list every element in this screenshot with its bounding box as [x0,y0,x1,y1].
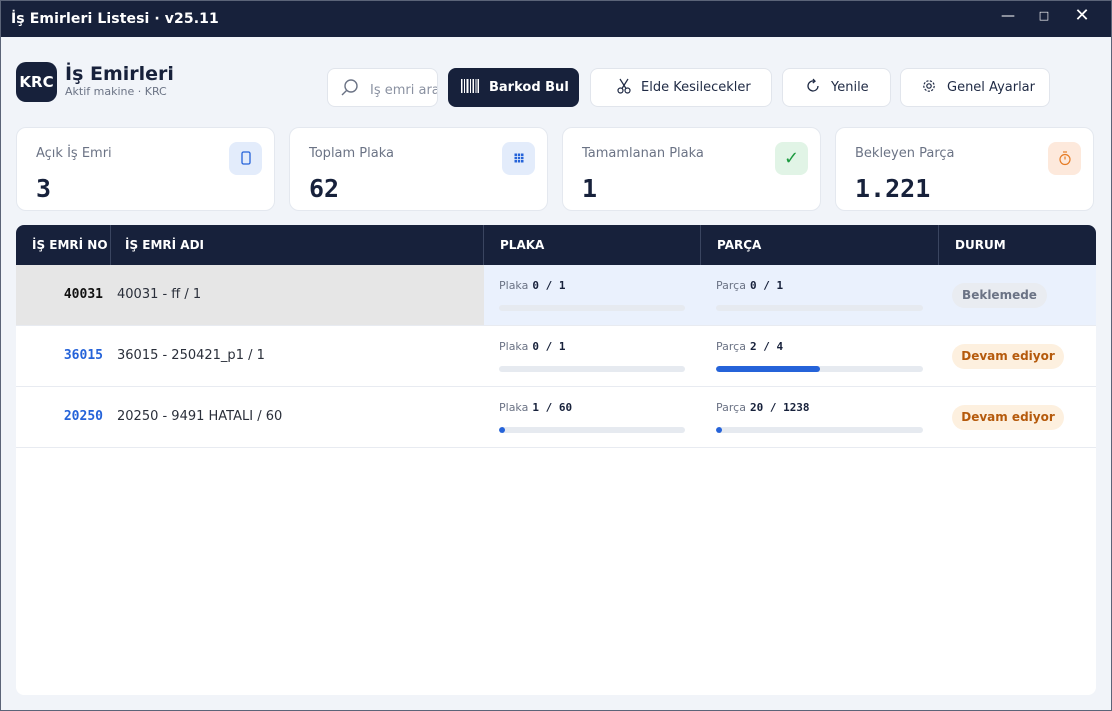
plaka-label: Plaka [499,401,529,414]
plaka-progress: Plaka 0 / 1 [499,326,689,386]
parca-progress-bar [716,305,923,311]
table-row[interactable]: 20250 20250 - 9491 HATALI / 60 Plaka 1 / 60… [16,387,1096,448]
parca-progress: Parça 0 / 1 [716,265,926,325]
row-left: 40031 40031 - ff / 1 [16,265,484,325]
stat-value: 62 [309,174,340,203]
row-right: Plaka 1 / 60 Parça 20 / 1238 Devam ediyor [484,387,1096,447]
column-header-parca[interactable]: PARÇA [701,225,939,265]
minimize-button[interactable]: — [991,5,1025,29]
parca-label: Parça [716,279,746,292]
plaka-progress-label: Plaka 0 / 1 [499,340,565,353]
plaka-label: Plaka [499,340,529,353]
genel-ayarlar-button[interactable]: Genel Ayarlar [900,68,1050,107]
barkod-bul-button[interactable]: Barkod Bul [448,68,579,107]
parca-count: 20 / 1238 [749,401,810,414]
plaka-progress-bar [499,366,685,372]
stat-card-toplam-plaka: Toplam Plaka 62 [289,127,548,211]
maximize-button[interactable]: □ [1027,5,1061,29]
plaka-progress-fill [499,427,505,433]
app-window: İş Emirleri Listesi · v25.11 — □ ✕ KRC İ… [0,0,1112,711]
parca-count: 2 / 4 [749,340,784,353]
gear-icon [921,78,937,98]
genel-ayarlar-label: Genel Ayarlar [947,80,1035,95]
parca-label: Parça [716,401,746,414]
parca-progress-label: Parça 0 / 1 [716,279,783,292]
work-order-number[interactable]: 40031 [16,265,111,325]
row-left: 36015 36015 - 250421_p1 / 1 [16,326,484,386]
stat-label: Açık İş Emri [36,146,112,161]
grid-icon [502,142,535,175]
column-header-durum[interactable]: DURUM [939,225,1096,265]
page-title: İş Emirleri [65,63,174,85]
stat-label: Tamamlanan Plaka [582,146,704,161]
table-header: İŞ EMRİ NO İŞ EMRİ ADI PLAKA PARÇA DURUM [16,225,1096,265]
column-header-no[interactable]: İŞ EMRİ NO [16,225,111,265]
yenile-button[interactable]: Yenile [782,68,891,107]
stat-value: 1 [582,174,598,203]
refresh-icon [805,78,821,98]
stat-value: 3 [36,174,52,203]
column-header-ad[interactable]: İŞ EMRİ ADI [111,225,484,265]
page-subtitle: Aktif makine · KRC [65,85,167,98]
parca-progress-label: Parça 20 / 1238 [716,401,810,414]
stat-value: 1.221 [855,174,931,203]
status-badge: Devam ediyor [952,405,1064,430]
plaka-progress-bar [499,305,685,311]
title-bar: İş Emirleri Listesi · v25.11 — □ ✕ [1,1,1111,37]
check-icon: ✓ [775,142,808,175]
work-order-name: 40031 - ff / 1 [117,287,202,302]
barcode-icon [461,78,479,97]
parca-progress-bar [716,427,923,433]
elde-kesilecekler-button[interactable]: Elde Kesilecekler [590,68,772,107]
row-left: 20250 20250 - 9491 HATALI / 60 [16,387,484,447]
stat-label: Bekleyen Parça [855,146,955,161]
work-order-name: 36015 - 250421_p1 / 1 [117,348,265,363]
close-button[interactable]: ✕ [1065,5,1099,29]
barkod-bul-label: Barkod Bul [489,80,569,95]
tablet-icon [229,142,262,175]
parca-progress: Parça 2 / 4 [716,326,926,386]
work-order-table: İŞ EMRİ NO İŞ EMRİ ADI PLAKA PARÇA DURUM… [16,225,1096,695]
scissors-icon [617,78,631,98]
row-right: Plaka 0 / 1 Parça 0 / 1 Beklemede [484,265,1096,325]
parca-count: 0 / 1 [749,279,784,292]
parca-progress-fill [716,366,820,372]
search-input[interactable] [370,83,437,98]
stat-label: Toplam Plaka [309,146,394,161]
window-title: İş Emirleri Listesi · v25.11 [11,11,219,27]
stat-card-acik-is-emri: Açık İş Emri 3 [16,127,275,211]
plaka-progress: Plaka 1 / 60 [499,387,689,447]
plaka-progress: Plaka 0 / 1 [499,265,689,325]
parca-progress: Parça 20 / 1238 [716,387,926,447]
work-order-number[interactable]: 36015 [16,326,111,386]
plaka-progress-bar [499,427,685,433]
row-right: Plaka 0 / 1 Parça 2 / 4 Devam ediyor [484,326,1096,386]
table-row[interactable]: 40031 40031 - ff / 1 Plaka 0 / 1 Parça 0 / 1B… [16,265,1096,326]
table-row[interactable]: 36015 36015 - 250421_p1 / 1 Plaka 0 / 1 Parç… [16,326,1096,387]
status-badge: Devam ediyor [952,344,1064,369]
search-box[interactable] [327,68,438,107]
stopwatch-icon [1048,142,1081,175]
work-order-name: 20250 - 9491 HATALI / 60 [117,409,283,424]
stat-card-tamamlanan-plaka: Tamamlanan Plaka 1 ✓ [562,127,821,211]
plaka-progress-label: Plaka 0 / 1 [499,279,565,292]
work-order-number[interactable]: 20250 [16,387,111,447]
status-badge: Beklemede [952,283,1047,308]
yenile-label: Yenile [831,80,869,95]
app-logo: KRC [16,62,57,102]
plaka-count: 0 / 1 [532,340,566,353]
stat-card-bekleyen-parca: Bekleyen Parça 1.221 [835,127,1094,211]
plaka-count: 0 / 1 [532,279,566,292]
parca-progress-fill [716,427,722,433]
plaka-progress-label: Plaka 1 / 60 [499,401,572,414]
search-icon [340,78,360,102]
plaka-count: 1 / 60 [532,401,573,414]
parca-progress-bar [716,366,923,372]
plaka-label: Plaka [499,279,529,292]
parca-label: Parça [716,340,746,353]
parca-progress-label: Parça 2 / 4 [716,340,783,353]
column-header-plaka[interactable]: PLAKA [484,225,701,265]
elde-kesilecekler-label: Elde Kesilecekler [641,80,751,95]
